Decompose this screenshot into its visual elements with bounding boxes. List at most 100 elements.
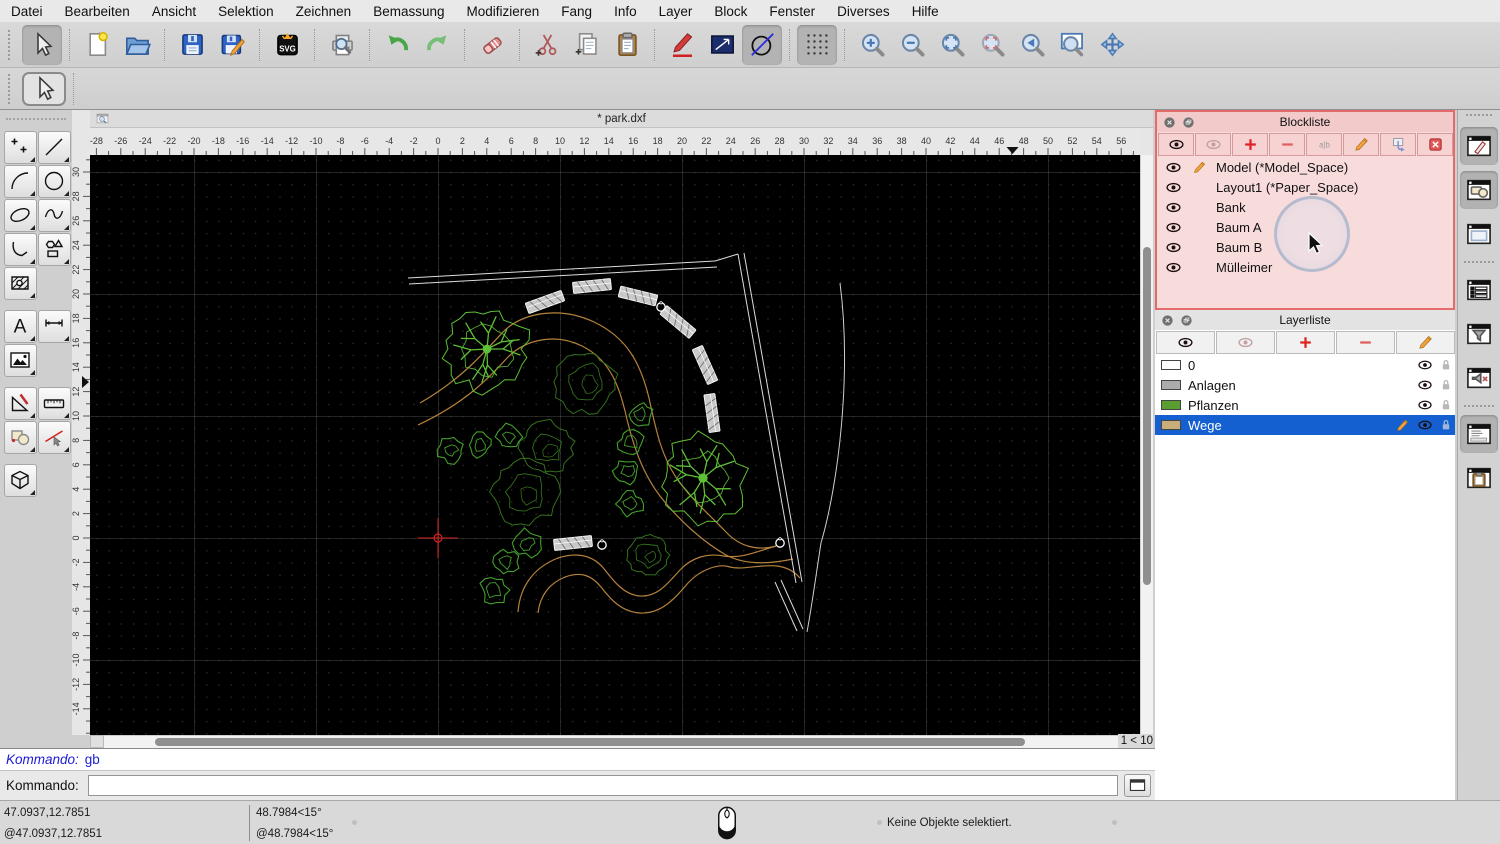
float-panel-icon[interactable]: [1182, 116, 1195, 129]
dock-shapes-toggle-button[interactable]: [1460, 171, 1498, 209]
paste-button[interactable]: [607, 25, 647, 65]
layer-lock-icon[interactable]: [1439, 398, 1453, 413]
select-arrow-button[interactable]: [22, 24, 62, 65]
pen-attributes-button[interactable]: [662, 25, 702, 65]
close-icon[interactable]: [1161, 314, 1174, 327]
block-edit-pencil-icon[interactable]: [1192, 160, 1207, 175]
layer-row-wege[interactable]: Wege: [1155, 415, 1455, 435]
zoom-out-button[interactable]: [892, 25, 932, 65]
circle-tool-button[interactable]: [37, 164, 71, 198]
hatch-tool-button[interactable]: [3, 266, 37, 300]
modify-tool-button[interactable]: [3, 386, 37, 420]
menu-layer[interactable]: Layer: [648, 4, 704, 19]
horizontal-scrollbar-thumb[interactable]: [155, 738, 1025, 746]
menu-datei[interactable]: Datei: [0, 4, 54, 19]
grid-toggle-button[interactable]: [797, 24, 837, 65]
text-tool-button[interactable]: A: [3, 309, 37, 343]
open-folder-button[interactable]: [117, 25, 157, 65]
dock-list-toggle-button[interactable]: [1460, 271, 1498, 309]
spline-tool-button[interactable]: [37, 198, 71, 232]
point-tool-button[interactable]: [3, 130, 37, 164]
block-visibility-eye-icon[interactable]: [1165, 239, 1182, 256]
layer-lock-icon[interactable]: [1439, 378, 1453, 393]
measure-tool-button[interactable]: [37, 386, 71, 420]
eye-off-button[interactable]: [1195, 133, 1231, 156]
float-panel-icon[interactable]: [1180, 314, 1193, 327]
zoom-in-button[interactable]: [852, 25, 892, 65]
block-list-item[interactable]: Layout1 (*Paper_Space): [1157, 177, 1453, 197]
zoom-window-button[interactable]: [1052, 25, 1092, 65]
layer-visibility-eye-icon[interactable]: [1417, 357, 1433, 373]
close-icon[interactable]: [1163, 116, 1176, 129]
toolbar-drag-handle[interactable]: [6, 118, 66, 124]
deselect-tool-button[interactable]: [37, 420, 71, 454]
new-document-button[interactable]: [77, 25, 117, 65]
plus-button[interactable]: [1276, 331, 1335, 354]
toolbar-drag-handle[interactable]: [8, 73, 18, 104]
toolbar-drag-handle[interactable]: [8, 29, 18, 60]
layer-visibility-eye-icon[interactable]: [1417, 417, 1433, 433]
zoom-pan-button[interactable]: [1092, 25, 1132, 65]
layer-lock-icon[interactable]: [1439, 418, 1453, 433]
dimension-tool-button[interactable]: [37, 309, 71, 343]
menu-hilfe[interactable]: Hilfe: [901, 4, 950, 19]
delete-x-button[interactable]: [1417, 133, 1453, 156]
block-list-item[interactable]: Model (*Model_Space): [1157, 157, 1453, 177]
layer-row-pflanzen[interactable]: Pflanzen: [1155, 395, 1455, 415]
dock-blank-toggle-button[interactable]: [1460, 215, 1498, 253]
solid-tool-button[interactable]: [3, 463, 37, 497]
block-visibility-eye-icon[interactable]: [1165, 259, 1182, 276]
vertical-scrollbar[interactable]: [1140, 155, 1153, 735]
vertical-scrollbar-thumb[interactable]: [1143, 247, 1151, 585]
document-titlebar[interactable]: * park.dxf: [90, 110, 1153, 128]
menu-fang[interactable]: Fang: [550, 4, 603, 19]
save-button[interactable]: [172, 25, 212, 65]
dock-filter-toggle-button[interactable]: [1460, 315, 1498, 353]
command-input[interactable]: [88, 775, 1118, 796]
ellipse-tool-button[interactable]: [3, 198, 37, 232]
polygon-tool-button[interactable]: [37, 232, 71, 266]
zoom-auto-button[interactable]: [932, 25, 972, 65]
eraser-button[interactable]: [472, 25, 512, 65]
plus-button[interactable]: [1232, 133, 1268, 156]
horizontal-scrollbar[interactable]: [90, 735, 1118, 748]
block-visibility-eye-icon[interactable]: [1165, 179, 1182, 196]
print-preview-button[interactable]: [322, 25, 362, 65]
minus-button[interactable]: [1269, 133, 1305, 156]
dock-clipboard-toggle-button[interactable]: [1460, 459, 1498, 497]
copy-button[interactable]: [567, 25, 607, 65]
rename-button[interactable]: a|b: [1306, 133, 1342, 156]
menu-modifizieren[interactable]: Modifizieren: [456, 4, 551, 19]
image-tool-button[interactable]: [3, 343, 37, 377]
save-as-button[interactable]: [212, 25, 252, 65]
layer-row-anlagen[interactable]: Anlagen: [1155, 375, 1455, 395]
block-visibility-eye-icon[interactable]: [1165, 219, 1182, 236]
line-tool-button[interactable]: [37, 130, 71, 164]
minus-button[interactable]: [1336, 331, 1395, 354]
layer-visibility-eye-icon[interactable]: [1417, 397, 1433, 413]
pencil-button[interactable]: [1343, 133, 1379, 156]
menu-ansicht[interactable]: Ansicht: [141, 4, 207, 19]
command-window-button[interactable]: [1124, 774, 1151, 797]
zoom-selection-button[interactable]: [972, 25, 1012, 65]
blockliste-titlebar[interactable]: Blockliste: [1157, 112, 1453, 132]
draft-mode-button[interactable]: [742, 24, 782, 65]
layer-row-0[interactable]: 0: [1155, 355, 1455, 375]
polyline-tool-button[interactable]: [3, 232, 37, 266]
dock-pen-toggle-button[interactable]: [1460, 127, 1498, 165]
layerliste-titlebar[interactable]: Layerliste: [1155, 310, 1455, 330]
menu-info[interactable]: Info: [603, 4, 648, 19]
eye-button[interactable]: [1156, 331, 1215, 354]
block-visibility-eye-icon[interactable]: [1165, 199, 1182, 216]
block-visibility-eye-icon[interactable]: [1165, 159, 1182, 176]
undo-button[interactable]: [377, 25, 417, 65]
export-svg-button[interactable]: SVG: [267, 25, 307, 65]
menu-bearbeiten[interactable]: Bearbeiten: [54, 4, 141, 19]
arc-tool-button[interactable]: [3, 164, 37, 198]
menu-bemassung[interactable]: Bemassung: [362, 4, 455, 19]
layer-visibility-eye-icon[interactable]: [1417, 377, 1433, 393]
menu-block[interactable]: Block: [703, 4, 758, 19]
menu-zeichnen[interactable]: Zeichnen: [285, 4, 363, 19]
layer-edit-pencil-icon[interactable]: [1395, 418, 1410, 433]
line-attributes-button[interactable]: [702, 25, 742, 65]
